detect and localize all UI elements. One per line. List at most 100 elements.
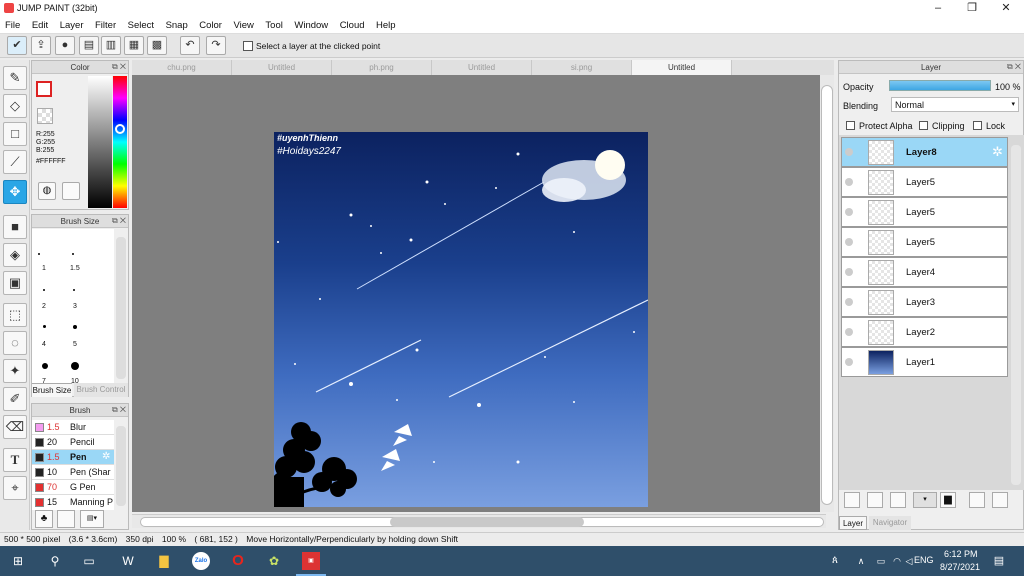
menu-filter[interactable]: Filter (90, 17, 120, 31)
tab-untitled-2[interactable]: Untitled (432, 60, 532, 75)
canvas-horizontal-scrollbar[interactable] (132, 514, 826, 528)
eyedropper-tool-icon[interactable]: ⌖ (3, 476, 27, 500)
menu-layer[interactable]: Layer (55, 17, 88, 31)
layer-row[interactable]: Layer5 (841, 227, 1008, 257)
gear-icon[interactable]: ✲ (102, 451, 110, 462)
lock-checkbox[interactable] (973, 121, 982, 130)
tab-untitled-active[interactable]: Untitled (632, 60, 732, 75)
cloud-sync-icon[interactable]: ✔ (7, 36, 27, 55)
brush-list-scrollbar[interactable] (116, 426, 126, 506)
brightness-slider[interactable] (88, 76, 112, 208)
chevron-up-icon[interactable]: ∧ (852, 552, 870, 570)
clock-time[interactable]: 6:12 PM (944, 549, 978, 559)
task-view-icon[interactable]: ▭ (80, 552, 98, 570)
word-app-icon[interactable]: W (119, 552, 137, 570)
magic-wand-tool-icon[interactable]: ✦ (3, 359, 27, 383)
layer-row[interactable]: Layer2 (841, 317, 1008, 347)
menu-tool[interactable]: Tool (260, 17, 286, 31)
brush-item-blur[interactable]: 1.5 Blur (32, 420, 114, 435)
visibility-icon[interactable] (845, 268, 853, 276)
artwork-canvas[interactable]: #uyenhThienn #Hoidays2247 (274, 132, 648, 507)
transparent-swatch[interactable] (37, 108, 53, 124)
jump-paint-taskbar-icon[interactable]: ▣ (302, 552, 320, 570)
panel-close-icon[interactable]: ⧉ ✕ (1007, 62, 1021, 72)
rect-select-tool-icon[interactable]: □ (3, 122, 27, 146)
tab-si[interactable]: si.png (532, 60, 632, 75)
gradient-tool-icon[interactable]: ▣ (3, 271, 27, 295)
lasso-tool-icon[interactable]: ◌ (3, 331, 27, 355)
layer-list-scrollbar[interactable] (1011, 145, 1021, 485)
brush-tool-icon[interactable]: ✎ (3, 66, 27, 90)
menu-color[interactable]: Color (194, 17, 226, 31)
panel-close-icon[interactable]: ⧉ ✕ (112, 405, 126, 415)
palette-icon[interactable]: ◍ (38, 182, 56, 200)
tab-untitled-1[interactable]: Untitled (232, 60, 332, 75)
layer-row[interactable]: Layer3 (841, 287, 1008, 317)
language-indicator[interactable]: ENG (914, 555, 934, 565)
visibility-icon[interactable] (845, 148, 853, 156)
opera-browser-icon[interactable]: O (229, 552, 247, 570)
brush-item-pen-sharp[interactable]: 10 Pen (Shar (32, 465, 114, 480)
share-icon[interactable]: ⇪ (31, 36, 51, 55)
search-icon[interactable]: ⚲ (46, 552, 64, 570)
paint-app-icon[interactable]: ✿ (265, 552, 283, 570)
gear-icon[interactable]: ✲ (992, 144, 1003, 160)
menu-help[interactable]: Help (371, 17, 400, 31)
maximize-button[interactable]: ❐ (955, 0, 989, 17)
visibility-icon[interactable] (845, 238, 853, 246)
close-button[interactable]: ✕ (989, 0, 1023, 17)
layer-type-dropdown[interactable]: ▾ (913, 492, 937, 508)
brush-item-pencil[interactable]: 20 Pencil (32, 435, 114, 450)
document-icon[interactable]: ▥ (101, 36, 121, 55)
blending-select[interactable]: Normal ▾ (891, 97, 1019, 112)
layer-row[interactable]: Layer5 (841, 167, 1008, 197)
notification-icon[interactable]: ▤ (990, 552, 1008, 570)
menu-file[interactable]: File (0, 17, 24, 31)
layer-row[interactable]: Layer5 (841, 197, 1008, 227)
brush-item-g-pen[interactable]: 70 G Pen (32, 480, 114, 495)
merge-layer-icon[interactable] (992, 492, 1008, 508)
panel-close-icon[interactable]: ⧉ ✕ (112, 216, 126, 226)
folder-icon[interactable]: ▆ (940, 492, 956, 508)
protect-alpha-checkbox[interactable] (846, 121, 855, 130)
panel-close-icon[interactable]: ⧉ ✕ (112, 62, 126, 72)
brush-size-dot[interactable] (42, 363, 48, 369)
brush-size-dot[interactable] (72, 253, 74, 255)
tab-navigator[interactable]: Navigator (869, 516, 911, 530)
select-layer-checkbox[interactable] (243, 41, 253, 51)
brush-menu-icon[interactable]: ▤▾ (80, 510, 104, 528)
main-color-swatch[interactable] (36, 81, 52, 97)
tab-chu[interactable]: chu.png (132, 60, 232, 75)
visibility-icon[interactable] (845, 328, 853, 336)
undo-icon[interactable]: ↶ (180, 36, 200, 55)
visibility-icon[interactable] (845, 178, 853, 186)
layer-row[interactable]: Layer8 ✲ (841, 137, 1008, 167)
menu-window[interactable]: Window (289, 17, 332, 31)
file-explorer-icon[interactable]: ▇ (155, 552, 173, 570)
vertical-scroll-thumb[interactable] (821, 85, 833, 505)
brush-item-pen[interactable]: 1.5 Pen ✲ (32, 450, 114, 465)
visibility-icon[interactable] (845, 208, 853, 216)
clipping-checkbox[interactable] (919, 121, 928, 130)
tab-ph[interactable]: ph.png (332, 60, 432, 75)
text-tool-icon[interactable]: T (3, 448, 27, 472)
menu-snap[interactable]: Snap (161, 17, 192, 31)
canvas-vertical-scrollbar[interactable] (820, 75, 834, 512)
duplicate-layer-icon[interactable] (969, 492, 985, 508)
brush-size-dot[interactable] (38, 253, 40, 255)
new-raster-layer-icon[interactable] (867, 492, 883, 508)
new-layer-icon[interactable] (844, 492, 860, 508)
redo-icon[interactable]: ↷ (206, 36, 226, 55)
tab-layer[interactable]: Layer (839, 516, 867, 530)
brush-copy-icon[interactable] (57, 510, 75, 528)
menu-cloud[interactable]: Cloud (335, 17, 369, 31)
clock-date[interactable]: 8/27/2021 (940, 562, 980, 572)
color-history-icon[interactable] (62, 182, 80, 200)
layer-row[interactable]: Layer4 (841, 257, 1008, 287)
tab-brush-control[interactable]: Brush Control (74, 383, 128, 397)
fill-rect-tool-icon[interactable]: ■ (3, 215, 27, 239)
minimize-button[interactable]: – (921, 0, 955, 17)
hue-picker-handle[interactable] (115, 124, 125, 134)
brush-add-icon[interactable]: ♣ (35, 510, 53, 528)
select-eraser-tool-icon[interactable]: ⌫ (3, 415, 27, 439)
